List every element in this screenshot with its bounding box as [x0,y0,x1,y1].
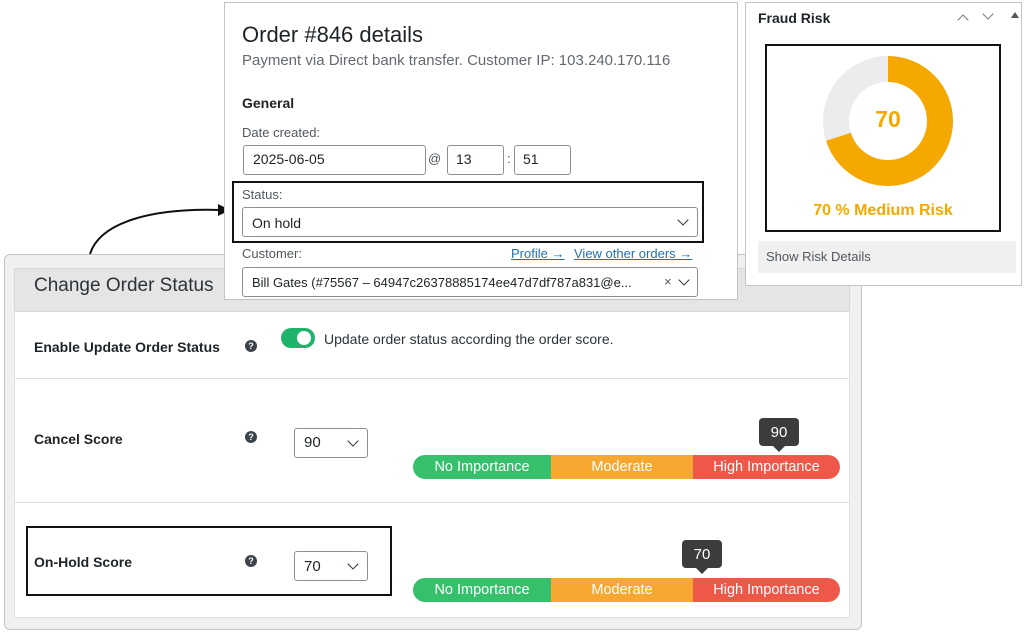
tooltip-tail [696,568,708,574]
risk-level-label: 70 % Medium Risk [813,202,953,219]
cancel-score-bar[interactable]: No Importance Moderate High Importance [413,455,840,479]
enable-update-label: Enable Update Order Status [34,339,220,355]
row-divider [15,378,849,379]
segment-no-importance: No Importance [413,578,551,602]
cancel-score-tooltip: 90 [759,418,799,446]
hour-value: 13 [456,151,472,167]
status-select[interactable] [242,207,698,237]
status-label: Status: [242,187,283,202]
order-subtitle: Payment via Direct bank transfer. Custom… [242,52,671,69]
cancel-score-value: 90 [304,434,321,451]
at-sign: @ [428,151,442,166]
segment-moderate: Moderate [551,455,693,479]
date-value: 2025-06-05 [253,151,325,167]
segment-high-importance: High Importance [693,578,840,602]
onhold-score-label: On-Hold Score [34,554,133,570]
onhold-score-value: 70 [304,558,321,575]
row-divider [15,502,849,503]
status-value: On hold [252,215,302,231]
onhold-score-tooltip: 70 [682,540,722,568]
customer-value: Bill Gates (#75567 – 64947c26378885174ee… [252,275,632,290]
help-icon[interactable]: ? [245,431,257,443]
view-other-orders-link[interactable]: View other orders → [574,246,692,261]
order-title: Order #846 details [242,22,423,47]
risk-score-value: 70 [875,106,901,132]
time-colon: : [507,151,511,166]
general-heading: General [242,95,295,111]
toggle-knob [297,331,311,345]
segment-no-importance: No Importance [413,455,551,479]
toggle-description: Update order status according the order … [324,331,614,347]
help-icon[interactable]: ? [245,340,257,352]
clear-icon[interactable]: × [664,274,672,289]
tooltip-tail [773,446,785,452]
minute-value: 51 [523,151,539,167]
segment-high-importance: High Importance [693,455,840,479]
date-created-label: Date created: [242,125,321,140]
profile-link[interactable]: Profile → [511,246,564,261]
segment-moderate: Moderate [551,578,693,602]
customer-label: Customer: [242,246,302,261]
curved-arrow-icon [89,204,230,255]
show-risk-details-label: Show Risk Details [766,249,871,264]
triangle-up-icon[interactable] [1010,10,1020,20]
onhold-score-bar[interactable]: No Importance Moderate High Importance [413,578,840,602]
panel-title: Change Order Status [34,275,214,296]
cancel-score-label: Cancel Score [34,431,123,447]
fraud-risk-title: Fraud Risk [758,10,831,26]
help-icon[interactable]: ? [245,555,257,567]
